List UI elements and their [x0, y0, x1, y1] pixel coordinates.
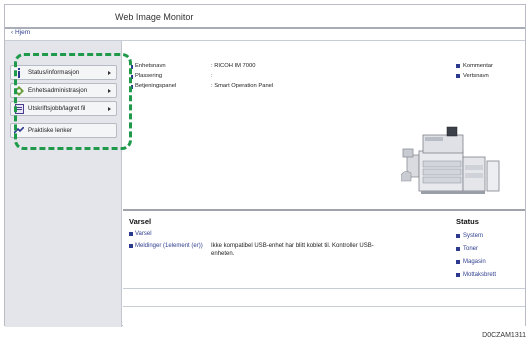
alerts-link[interactable]: Varsel	[129, 231, 152, 237]
hostname-link[interactable]: Vertsnavn	[456, 73, 493, 83]
side-links: Kommentar Vertsnavn	[456, 63, 493, 83]
status-link-toner[interactable]: Toner	[456, 246, 478, 252]
sidebar-item-label: Praktiske lenker	[28, 127, 73, 134]
comment-link[interactable]: Kommentar	[456, 63, 493, 73]
link-icon	[14, 126, 24, 136]
nav-bar: ‹ Hjem	[5, 29, 525, 39]
figure-code: D0CZAM1311	[482, 332, 526, 339]
status-link-system[interactable]: System	[456, 233, 483, 239]
sidebar: Status/informasjon Enhetsadministrasjon …	[5, 41, 122, 327]
bottom-divider	[123, 306, 525, 307]
section-divider	[123, 209, 525, 211]
chevron-right-icon	[108, 70, 111, 75]
sidebar-item-label: Enhetsadministrasjon	[28, 87, 88, 94]
print-job-icon	[14, 103, 24, 114]
browser-frame: Web Image Monitor ‹ Hjem Status/informas…	[4, 4, 526, 327]
message-text: Ikke kompatibel USB-enhet har blitt kobl…	[211, 243, 374, 257]
sidebar-item-label: Utskriftsjobb/lagret fil	[28, 105, 86, 112]
sidebar-item-label: Status/informasjon	[28, 69, 80, 76]
home-link[interactable]: ‹ Hjem	[11, 29, 30, 36]
status-link-tray[interactable]: Magasin	[456, 259, 486, 265]
status-link-output-tray[interactable]: Mottaksbrett	[456, 272, 496, 278]
info-icon	[14, 67, 24, 78]
alerts-title: Varsel	[129, 217, 152, 226]
status-title: Status	[456, 217, 479, 226]
app-title: Web Image Monitor	[115, 12, 194, 22]
sidebar-item-useful-links[interactable]: Praktiske lenker	[10, 123, 117, 138]
chevron-right-icon	[108, 106, 111, 111]
sidebar-item-device-management[interactable]: Enhetsadministrasjon	[10, 83, 117, 98]
chevron-right-icon	[108, 88, 111, 93]
printer-image	[401, 126, 500, 194]
sidebar-item-print-jobs[interactable]: Utskriftsjobb/lagret fil	[10, 101, 117, 116]
sidebar-item-status[interactable]: Status/informasjon	[10, 65, 117, 80]
device-management-icon	[14, 85, 24, 96]
main-content: Enhetsnavn : RICOH IM 7000 Plassering : …	[123, 41, 525, 327]
bottom-divider	[123, 288, 525, 289]
header-bar: Web Image Monitor	[5, 5, 525, 27]
messages-link[interactable]: Meldinger (1element (er))	[129, 243, 209, 251]
